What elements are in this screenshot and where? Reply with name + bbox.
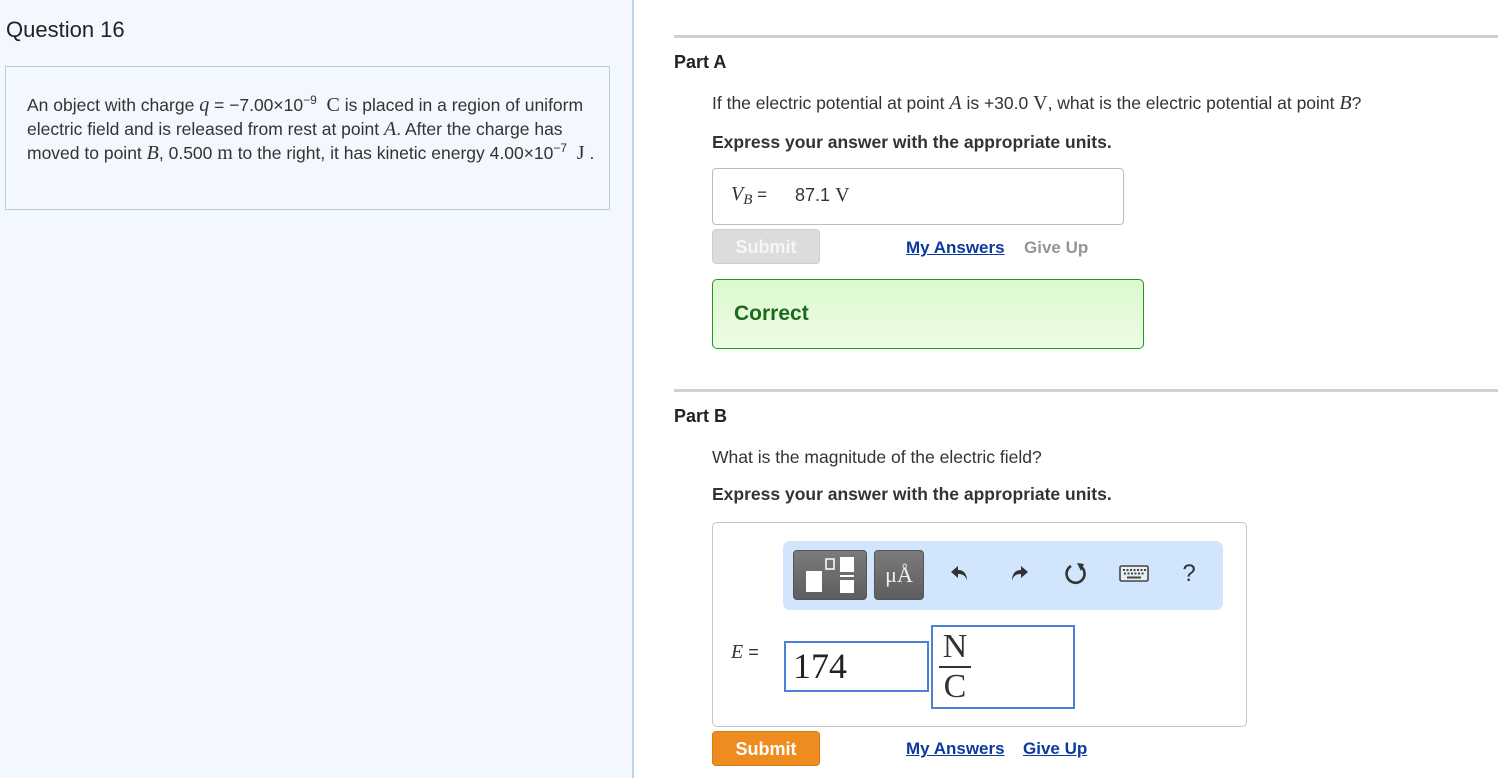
part-b-prompt: What is the magnitude of the electric fi… (712, 447, 1042, 467)
undo-icon (951, 566, 967, 581)
math-toolbar: μÅ ? (783, 541, 1223, 610)
templates-button[interactable] (793, 550, 867, 600)
part-a-prompt: If the electric potential at point A is … (712, 92, 1362, 114)
part-a-answer-field: VB = 87.1 V (712, 168, 1124, 225)
reset-button[interactable] (1058, 561, 1094, 592)
part-a-title: Part A (674, 52, 727, 72)
unit-numerator: N (942, 628, 968, 665)
part-b-answer-label: E = (731, 641, 759, 663)
templates-icon (806, 557, 854, 593)
part-a-give-up-link[interactable]: Give Up (1024, 238, 1088, 258)
part-a-my-answers-link[interactable]: My Answers (906, 238, 1005, 258)
redo-button[interactable] (1001, 561, 1037, 590)
reset-icon (1065, 563, 1086, 584)
part-b-answer-editor: μÅ ? E = 174 N C (712, 522, 1247, 727)
unit-denominator: C (943, 668, 967, 705)
part-b-instruction: Express your answer with the appropriate… (712, 484, 1112, 504)
part-b-title: Part B (674, 406, 728, 426)
units-input[interactable]: N C (931, 625, 1075, 709)
correct-feedback: Correct (734, 302, 809, 325)
undo-button[interactable] (942, 561, 978, 590)
question-pane: Question 16 An object with charge q = −7… (0, 0, 634, 778)
unit-fraction: N C (939, 629, 971, 705)
part-a-instruction: Express your answer with the appropriate… (712, 132, 1112, 152)
part-a-answer-value: 87.1 V (795, 184, 850, 206)
help-button[interactable]: ? (1171, 560, 1207, 588)
part-b-submit-button[interactable]: Submit (712, 731, 820, 766)
part-b-give-up-link[interactable]: Give Up (1023, 739, 1087, 759)
units-button[interactable]: μÅ (874, 550, 924, 600)
part-a-feedback-box: Correct (712, 279, 1144, 349)
part-a-answer-label: VB = (731, 183, 768, 208)
keyboard-icon (1119, 565, 1149, 582)
question-statement: An object with charge q = −7.00×10−9 C i… (27, 93, 595, 164)
question-title: Question 16 (6, 17, 125, 42)
part-a-divider (674, 35, 1498, 38)
value-input[interactable]: 174 (784, 641, 929, 692)
part-b-my-answers-link[interactable]: My Answers (906, 739, 1005, 759)
charge-variable: q (199, 94, 210, 116)
keyboard-button[interactable] (1116, 561, 1152, 589)
units-button-label: μÅ (885, 562, 913, 587)
parts-pane: Part A If the electric potential at poin… (634, 0, 1498, 778)
part-a-submit-button[interactable]: Submit (712, 229, 820, 264)
part-b-divider (674, 389, 1498, 392)
question-statement-box: An object with charge q = −7.00×10−9 C i… (5, 66, 610, 210)
redo-icon (1012, 566, 1028, 581)
